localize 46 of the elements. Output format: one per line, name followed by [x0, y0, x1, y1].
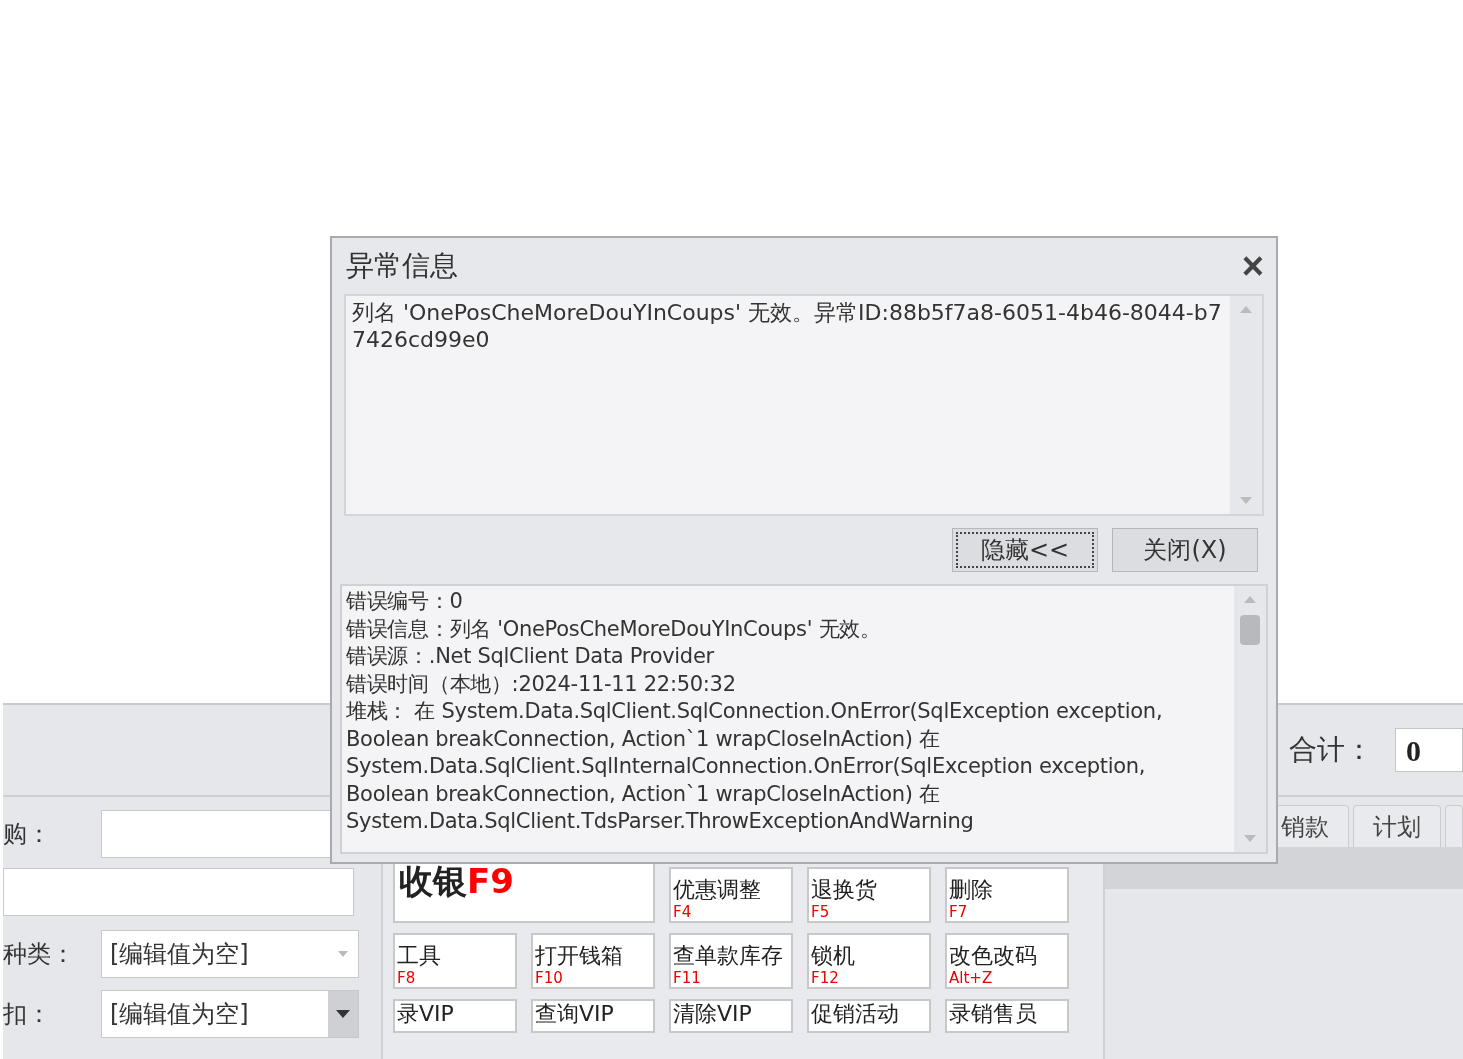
field-label: 购：	[3, 819, 52, 850]
dropdown-field[interactable]: [编辑值为空]	[101, 930, 359, 978]
function-button[interactable]: 退换货 F5	[807, 867, 931, 923]
dialog-button[interactable]: 关闭(X)	[1112, 528, 1258, 572]
function-button[interactable]: 查询VIP	[531, 999, 655, 1033]
detail-line: 错误信息：列名 'OnePosCheMoreDouYInCoups' 无效。	[346, 615, 882, 643]
function-button[interactable]: 促销活动	[807, 999, 931, 1033]
dialog-button[interactable]: 隐藏<<	[952, 528, 1098, 572]
detail-line: 错误源：.Net SqlClient Data Provider	[346, 643, 715, 670]
dropdown-button[interactable]	[328, 991, 358, 1037]
detail-line: Boolean breakConnection, Action`1 wrapCloseInAction) 在	[346, 780, 941, 808]
scroll-up-icon[interactable]	[1240, 306, 1252, 313]
function-button[interactable]: 清除VIP	[669, 999, 793, 1033]
detail-line: System.Data.SqlClient.SqlInternalConnection.OnError(SqlException exception,	[346, 753, 1147, 780]
total-field[interactable]: 0	[1395, 728, 1463, 772]
scroll-up-icon[interactable]	[1244, 596, 1256, 603]
detail-line: System.Data.SqlClient.TdsParser.ThrowExceptionAndWarning	[346, 808, 975, 835]
caret-icon	[338, 951, 348, 957]
close-button[interactable]: ×	[1241, 247, 1264, 285]
function-button[interactable]: 优惠调整 F4	[669, 867, 793, 923]
function-button[interactable]: 锁机 F12	[807, 933, 931, 989]
function-button[interactable]: 工具 F8	[393, 933, 517, 989]
detail-line: 错误编号：0	[346, 588, 464, 615]
scroll-thumb[interactable]	[1240, 615, 1260, 645]
scroll-down-icon[interactable]	[1240, 497, 1252, 504]
field-label: 种类：	[3, 939, 76, 970]
function-button[interactable]: 删除 F7	[945, 867, 1069, 923]
function-button[interactable]: 录销售员	[945, 999, 1069, 1033]
dropdown-field[interactable]: [编辑值为空]	[101, 990, 359, 1038]
tab[interactable]: 计划	[1353, 805, 1441, 847]
scrollbar[interactable]	[1230, 296, 1262, 514]
detail-line: 堆栈： 在 System.Data.SqlClient.SqlConnection.OnError(SqlException exception,	[346, 698, 1164, 725]
function-button[interactable]: 改色改码 Alt+Z	[945, 933, 1069, 989]
field-label: 扣：	[3, 999, 52, 1030]
tab[interactable]	[1445, 805, 1463, 847]
function-button[interactable]: 打开钱箱 F10	[531, 933, 655, 989]
detail-line: 错误时间（本地）:2024-11-11 22:50:32	[346, 670, 737, 698]
dialog-title: 异常信息	[346, 248, 458, 284]
scrollbar[interactable]	[1234, 586, 1266, 852]
function-button[interactable]: 录VIP	[393, 999, 517, 1033]
total-label: 合计：	[1289, 732, 1373, 768]
error-message: 列名 'OnePosCheMoreDouYInCoups' 无效。异常ID:88b5f7a8-6051-4b46-8044-b77426cd99e0	[351, 299, 1223, 354]
scroll-down-icon[interactable]	[1244, 835, 1256, 842]
input-field[interactable]	[3, 868, 354, 916]
function-button[interactable]: 查单款库存 F11	[669, 933, 793, 989]
detail-line: Boolean breakConnection, Action`1 wrapCloseInAction) 在	[346, 725, 941, 753]
